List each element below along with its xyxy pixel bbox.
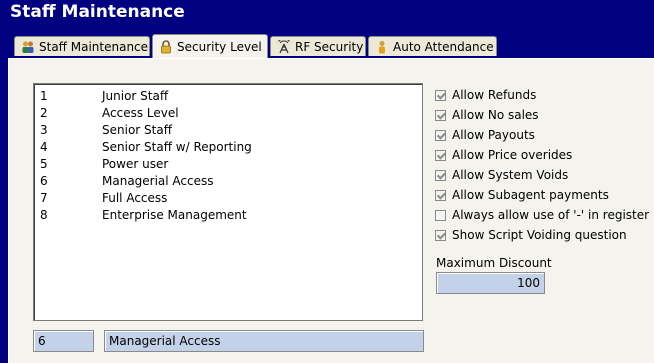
tab-staff-maintenance[interactable]: Staff Maintenance <box>14 36 150 56</box>
list-item[interactable]: 2 Access Level <box>34 104 422 121</box>
checkbox-box[interactable] <box>435 209 446 221</box>
level-number: 5 <box>40 156 48 171</box>
tab-label: Security Level <box>177 39 262 54</box>
level-name: Senior Staff w/ Reporting <box>102 139 252 154</box>
selected-level-name-field[interactable]: Managerial Access <box>104 330 424 352</box>
tab-label: RF Security <box>295 39 364 54</box>
level-number: 2 <box>40 105 48 120</box>
checkbox-label: Always allow use of '-' in register <box>452 208 650 222</box>
checkbox-label: Allow Refunds <box>452 88 537 102</box>
checkbox-label: Allow Price overides <box>452 148 573 162</box>
level-number: 1 <box>40 88 48 103</box>
maximum-discount-label: Maximum Discount <box>436 256 552 270</box>
allow-payouts-checkbox[interactable]: Allow Payouts <box>435 125 649 145</box>
checkbox-label: Allow System Voids <box>452 168 569 182</box>
allow-refunds-checkbox[interactable]: Allow Refunds <box>435 85 649 105</box>
list-item[interactable]: 6 Managerial Access <box>34 172 422 189</box>
level-name: Junior Staff <box>102 88 169 103</box>
tab-security-level[interactable]: Security Level <box>152 34 268 58</box>
level-number: 8 <box>40 207 48 222</box>
list-item[interactable]: 8 Enterprise Management <box>34 206 422 223</box>
level-name: Senior Staff <box>102 122 172 137</box>
level-name: Full Access <box>102 190 168 205</box>
checkbox-label: Allow Payouts <box>452 128 535 142</box>
list-item[interactable]: 4 Senior Staff w/ Reporting <box>34 138 422 155</box>
security-level-list[interactable]: 1 Junior Staff 2 Access Level 3 Senior Staf… <box>33 83 423 321</box>
tab-label: Auto Attendance <box>393 39 494 54</box>
maximum-discount-field[interactable]: 100 <box>436 272 545 294</box>
antenna-icon <box>277 37 291 54</box>
level-number: 3 <box>40 122 48 137</box>
list-item[interactable]: 5 Power user <box>34 155 422 172</box>
person-icon <box>375 40 389 54</box>
checkbox-box[interactable] <box>435 149 446 161</box>
tab-auto-attendance[interactable]: Auto Attendance <box>368 36 497 56</box>
show-script-voiding-checkbox[interactable]: Show Script Voiding question <box>435 225 649 245</box>
checkbox-label: Show Script Voiding question <box>452 228 627 242</box>
tab-label: Staff Maintenance <box>39 39 149 54</box>
selected-level-number-field[interactable]: 6 <box>33 330 94 352</box>
checkbox-box[interactable] <box>435 89 446 101</box>
lock-icon <box>159 39 173 54</box>
level-name: Managerial Access <box>102 173 214 188</box>
people-icon <box>21 40 35 54</box>
level-name: Access Level <box>102 105 179 120</box>
allow-no-sales-checkbox[interactable]: Allow No sales <box>435 105 649 125</box>
list-item[interactable]: 1 Junior Staff <box>34 87 422 104</box>
checkbox-box[interactable] <box>435 109 446 121</box>
level-name: Enterprise Management <box>102 207 247 222</box>
permissions-group: Allow Refunds Allow No sales Allow Payou… <box>435 85 649 245</box>
checkbox-box[interactable] <box>435 169 446 181</box>
checkbox-box[interactable] <box>435 229 446 241</box>
checkbox-label: Allow Subagent payments <box>452 188 609 202</box>
tab-strip: Staff Maintenance Security Level RF Secu… <box>0 34 654 58</box>
list-item[interactable]: 7 Full Access <box>34 189 422 206</box>
level-name: Power user <box>102 156 169 171</box>
tab-rf-security[interactable]: RF Security <box>270 36 366 56</box>
level-number: 7 <box>40 190 48 205</box>
level-number: 4 <box>40 139 48 154</box>
allow-system-voids-checkbox[interactable]: Allow System Voids <box>435 165 649 185</box>
allow-subagent-payments-checkbox[interactable]: Allow Subagent payments <box>435 185 649 205</box>
checkbox-label: Allow No sales <box>452 108 539 122</box>
window-title: Staff Maintenance <box>10 2 185 22</box>
checkbox-box[interactable] <box>435 189 446 201</box>
level-number: 6 <box>40 173 48 188</box>
always-allow-minus-checkbox[interactable]: Always allow use of '-' in register <box>435 205 649 225</box>
security-level-panel: 1 Junior Staff 2 Access Level 3 Senior Staf… <box>8 58 654 363</box>
allow-price-overides-checkbox[interactable]: Allow Price overides <box>435 145 649 165</box>
checkbox-box[interactable] <box>435 129 446 141</box>
list-item[interactable]: 3 Senior Staff <box>34 121 422 138</box>
